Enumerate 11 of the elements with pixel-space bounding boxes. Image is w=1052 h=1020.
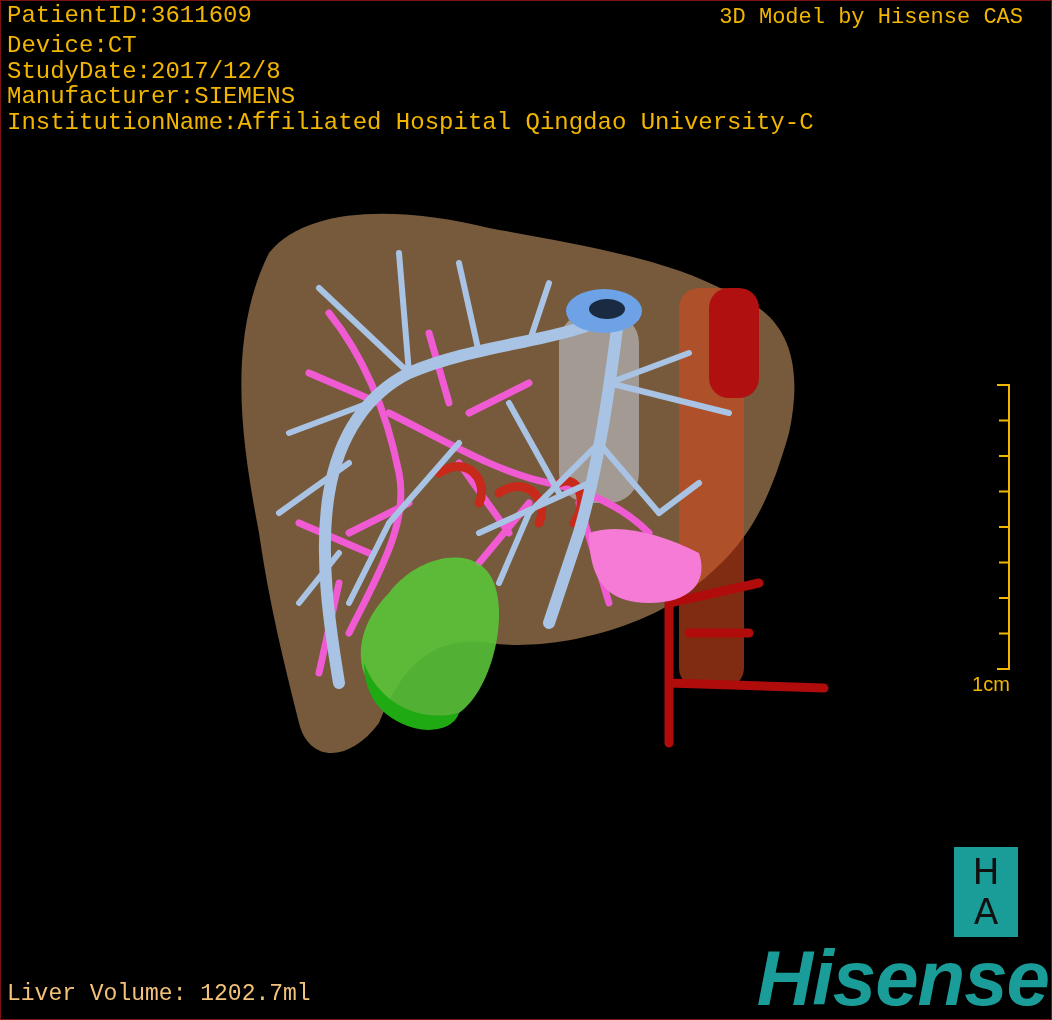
patient-info-text: Device:CT bbox=[7, 33, 138, 59]
patient-info-text: Manufacturer:SIEMENS bbox=[7, 84, 297, 110]
patient-info-text: PatientID:3611609 bbox=[7, 3, 252, 29]
patient-info-text: InstitutionName:Affiliated Hospital Qingdao University-C bbox=[7, 109, 815, 135]
liver-volume-text: Liver Volume: 1202.7ml bbox=[7, 980, 311, 1009]
logo-letter: H bbox=[972, 852, 1000, 892]
scale-label: 1cm bbox=[972, 673, 1010, 695]
patient-info-text: StudyDate:2017/12/8 bbox=[7, 58, 282, 84]
logo-wordmark: Hisense bbox=[756, 945, 1049, 1011]
product-label: 3D Model by Hisense CAS bbox=[719, 4, 1023, 32]
logo-letter: A bbox=[973, 892, 999, 932]
